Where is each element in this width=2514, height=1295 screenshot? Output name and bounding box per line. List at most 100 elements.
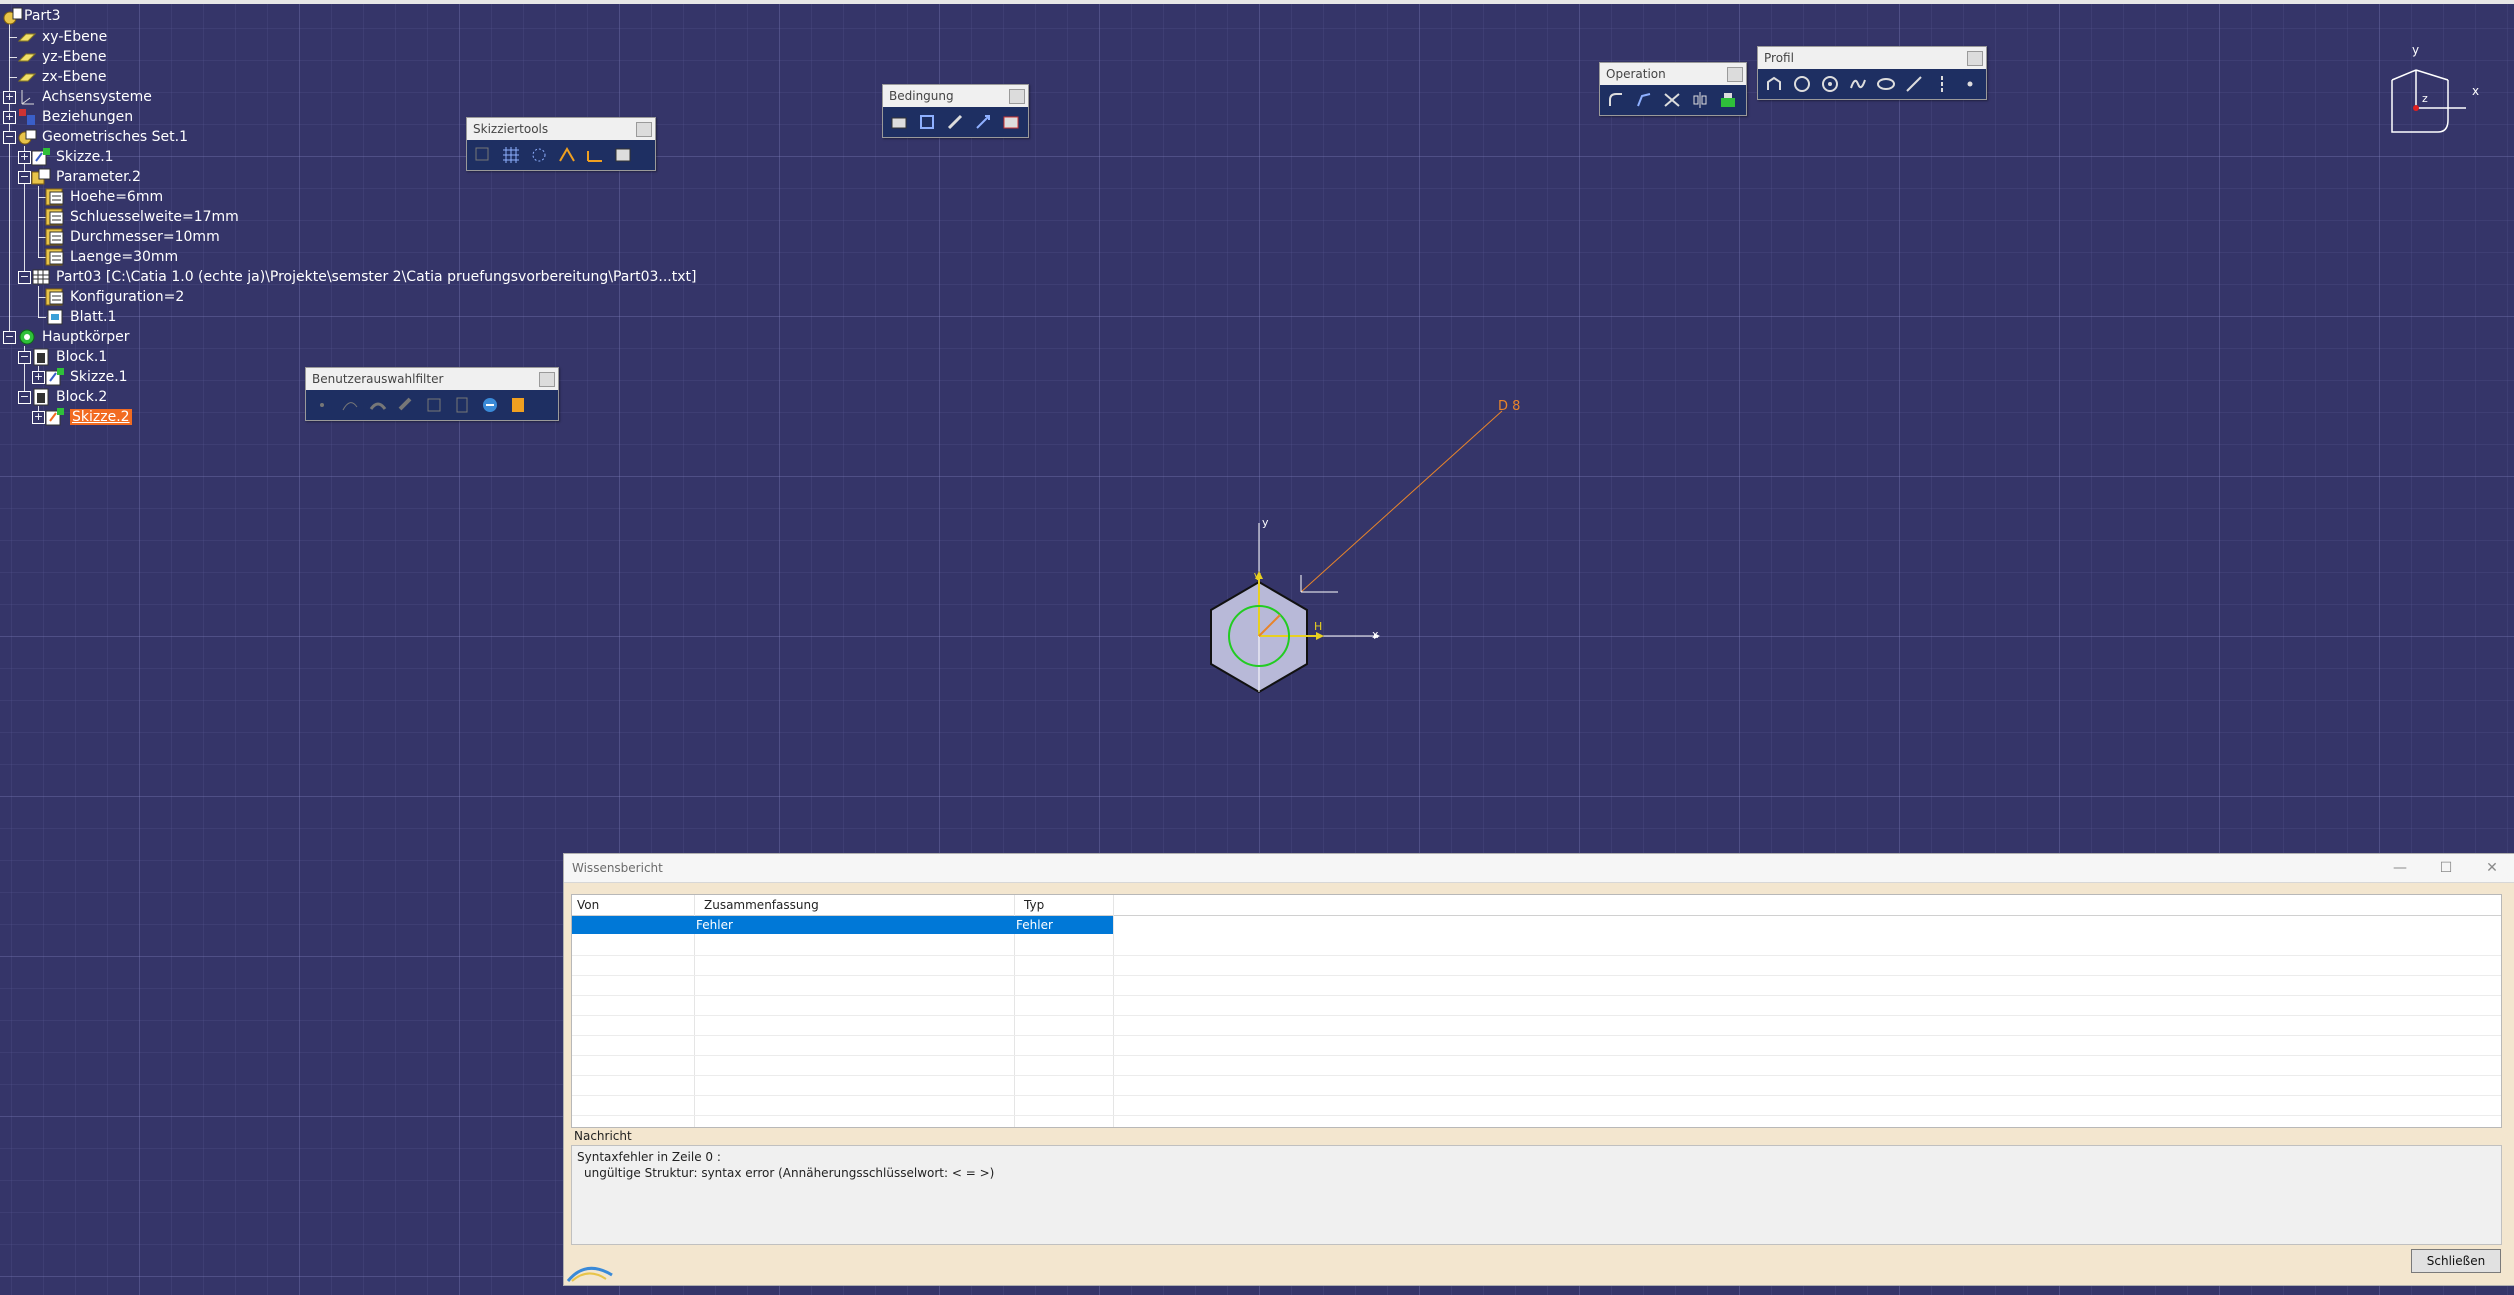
sketch-geometry[interactable]: D 8 y x H V [1150, 380, 1600, 720]
toolbar-close-button[interactable] [1967, 51, 1983, 66]
table-row[interactable]: Fehler Fehler [572, 916, 1113, 934]
toolbar-title[interactable]: Operation [1600, 63, 1746, 85]
sketch-icon [44, 406, 66, 428]
tree-item-block-1[interactable]: Block.1 [30, 346, 107, 368]
toolbar-title[interactable]: Skizziertools [467, 118, 655, 140]
toolbar-close-button[interactable] [636, 122, 652, 137]
tree-item-skizze-1[interactable]: Skizze.1 [30, 146, 114, 168]
relations-icon [16, 106, 38, 128]
tree-item-beziehungen[interactable]: Beziehungen [16, 106, 133, 128]
corner-icon[interactable] [1603, 87, 1629, 113]
toolbar-title[interactable]: Benutzerauswahlfilter [306, 368, 558, 390]
tree-item-label: Durchmesser=10mm [70, 229, 220, 245]
collapse-icon[interactable]: − [3, 331, 16, 344]
ellipse-icon[interactable] [1873, 71, 1899, 97]
toolbar-operation[interactable]: Operation [1599, 62, 1747, 116]
toolbar-benutzerauswahlfilter[interactable]: Benutzerauswahlfilter [305, 367, 559, 421]
plane-icon [16, 46, 38, 68]
parameter-set-icon [30, 166, 52, 188]
tree-item-schluesselweite[interactable]: Schluesselweite=17mm [44, 206, 239, 228]
specification-tree[interactable]: Part3 xy-Ebene yz-Ebene zx-Ebene + Achse… [0, 0, 900, 700]
trim-icon[interactable] [1659, 87, 1685, 113]
point-filter-icon[interactable] [309, 392, 335, 418]
mirror-icon[interactable] [1687, 87, 1713, 113]
automatic-constraints-icon[interactable] [610, 142, 636, 168]
close-button[interactable]: Schließen [2411, 1249, 2501, 1273]
tree-item-block1-skizze-1[interactable]: Skizze.1 [44, 366, 128, 388]
close-window-button[interactable]: ✕ [2469, 854, 2514, 882]
tree-item-label: Hoehe=6mm [70, 189, 164, 205]
curve-filter-icon[interactable] [337, 392, 363, 418]
tree-item-part03-table[interactable]: Part03 [C:\Catia 1.0 (echte ja)\Projekte… [30, 266, 696, 288]
tree-item-xy-ebene[interactable]: xy-Ebene [16, 26, 107, 48]
message-box[interactable]: Syntaxfehler in Zeile 0 : ungültige Stru… [571, 1145, 2502, 1245]
chamfer-icon[interactable] [1631, 87, 1657, 113]
table-row-empty [572, 1075, 2501, 1096]
tree-item-blatt[interactable]: Blatt.1 [44, 306, 116, 328]
table-row-empty [572, 1035, 2501, 1056]
tree-item-achsensysteme[interactable]: Achsensysteme [16, 86, 152, 108]
toolbar-skizziertools[interactable]: Skizziertools [466, 117, 656, 171]
toolbar-close-button[interactable] [539, 372, 555, 387]
tree-item-block2-skizze-2[interactable]: Skizze.2 [44, 406, 132, 428]
axis-compass[interactable]: y x z [2378, 40, 2488, 150]
tool-selection-filter-icon[interactable] [477, 392, 503, 418]
toolbar-title[interactable]: Profil [1758, 47, 1986, 69]
tree-item-geometrisches-set[interactable]: Geometrisches Set.1 [16, 126, 188, 148]
volume-filter-icon[interactable] [393, 392, 419, 418]
animate-constraint-icon[interactable] [970, 109, 996, 135]
tree-item-label: Achsensysteme [42, 89, 152, 105]
dimensional-constraints-icon[interactable] [582, 142, 608, 168]
toolbar-title[interactable]: Bedingung [883, 85, 1028, 107]
tree-item-label: Schluesselweite=17mm [70, 209, 239, 225]
feature-element-filter-icon[interactable] [421, 392, 447, 418]
dimension-label[interactable]: D 8 [1498, 399, 1520, 414]
surface-filter-icon[interactable] [365, 392, 391, 418]
report-table[interactable]: Von Zusammenfassung Typ Fehler Fehler [571, 894, 2502, 1128]
toolbar-profil[interactable]: Profil [1757, 46, 1987, 100]
line-icon[interactable] [1901, 71, 1927, 97]
fix-together-icon[interactable] [942, 109, 968, 135]
knowledge-report-dialog[interactable]: Wissensbericht — ☐ ✕ Von Zusammenfassung… [563, 853, 2514, 1286]
toolbar-close-button[interactable] [1009, 89, 1025, 104]
toolbar-close-button[interactable] [1727, 67, 1743, 82]
table-row-empty [572, 1095, 2501, 1116]
quick-select-icon[interactable] [505, 392, 531, 418]
tree-item-parameter-2[interactable]: Parameter.2 [30, 166, 141, 188]
tree-root[interactable]: Part3 [2, 5, 61, 27]
tree-item-hauptkoerper[interactable]: Hauptkörper [16, 326, 130, 348]
design-table-icon [30, 266, 52, 288]
tree-item-laenge[interactable]: Laenge=30mm [44, 246, 178, 268]
circle-center-icon[interactable] [1817, 71, 1843, 97]
tree-item-durchmesser[interactable]: Durchmesser=10mm [44, 226, 220, 248]
maximize-button[interactable]: ☐ [2423, 854, 2469, 882]
tree-item-label: Skizze.1 [56, 149, 114, 165]
circle-icon[interactable] [1789, 71, 1815, 97]
tree-item-hoehe[interactable]: Hoehe=6mm [44, 186, 163, 208]
grid-icon[interactable] [498, 142, 524, 168]
geometrical-constraints-icon[interactable] [554, 142, 580, 168]
toolbar-bedingung[interactable]: Bedingung [882, 84, 1029, 138]
tree-item-konfiguration[interactable]: Konfiguration=2 [44, 286, 184, 308]
profile-icon[interactable] [1761, 71, 1787, 97]
spline-icon[interactable] [1845, 71, 1871, 97]
geometry-filter-icon[interactable] [449, 392, 475, 418]
constraint-contact-icon[interactable] [914, 109, 940, 135]
tree-item-yz-ebene[interactable]: yz-Ebene [16, 46, 107, 68]
expand-icon[interactable]: + [3, 91, 16, 104]
axis-x-label: x [2472, 84, 2479, 98]
edit-multi-constraint-icon[interactable] [998, 109, 1024, 135]
tree-item-block-2[interactable]: Block.2 [30, 386, 107, 408]
minimize-button[interactable]: — [2377, 854, 2423, 882]
point-icon[interactable] [1957, 71, 1983, 97]
construction-element-icon[interactable] [526, 142, 552, 168]
axis-system-icon [16, 86, 38, 108]
snap-to-point-icon[interactable] [470, 142, 496, 168]
project-3d-elements-icon[interactable] [1715, 87, 1741, 113]
axis-line-icon[interactable] [1929, 71, 1955, 97]
tree-item-zx-ebene[interactable]: zx-Ebene [16, 66, 107, 88]
dialog-titlebar[interactable]: Wissensbericht — ☐ ✕ [564, 854, 2514, 883]
constraint-icon[interactable] [886, 109, 912, 135]
expand-icon[interactable]: + [3, 111, 16, 124]
collapse-icon[interactable]: − [3, 131, 16, 144]
